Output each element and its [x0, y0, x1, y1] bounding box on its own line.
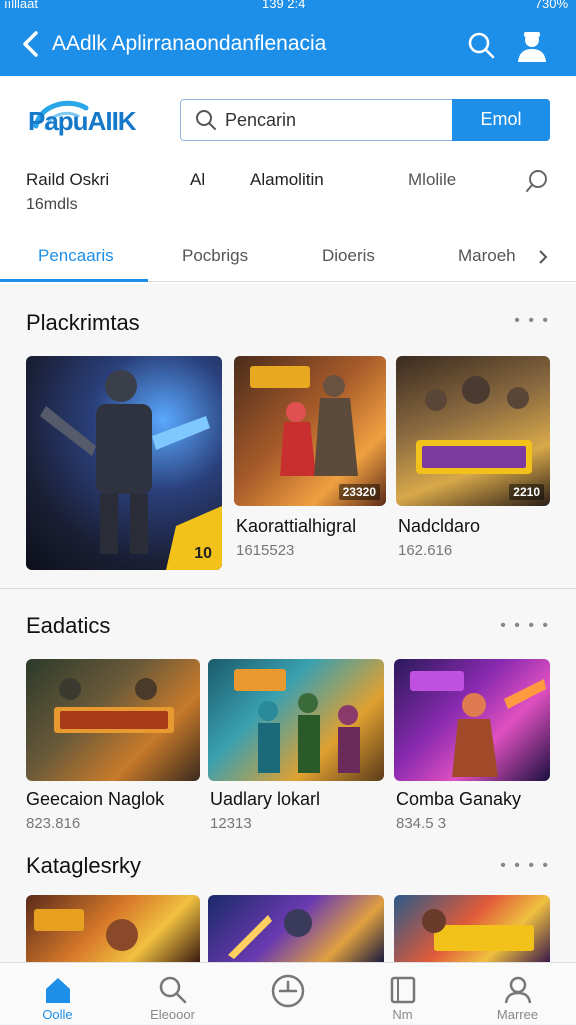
search-bar: Emol — [180, 98, 550, 141]
card-title[interactable]: Kaorattialhigral — [236, 516, 356, 537]
nav-profile[interactable]: Marree — [460, 963, 575, 1025]
status-time: 139 2:4 — [262, 0, 306, 11]
nav-label: Marree — [496, 1007, 539, 1022]
nav-library[interactable]: Nm — [345, 963, 460, 1025]
section-title: Plackrimtas — [26, 310, 140, 335]
arena-art-icon — [422, 909, 534, 951]
search-small-icon[interactable] — [524, 168, 550, 194]
nav-home[interactable]: Oolle — [0, 963, 115, 1025]
filter-item-1[interactable]: Raild Oskri — [26, 170, 109, 190]
card-title[interactable]: Nadcldaro — [398, 516, 480, 537]
tab-1[interactable]: Pencaaris — [38, 246, 114, 266]
card-title[interactable]: Comba Ganaky — [396, 789, 521, 810]
tab-4[interactable]: Maroeh — [458, 246, 516, 266]
mage-art-icon — [228, 909, 312, 959]
game-card-image[interactable]: 10 — [26, 356, 222, 570]
war-art-icon — [54, 678, 174, 733]
heroes-art-icon — [234, 669, 360, 773]
more-options-icon[interactable]: • • • — [514, 312, 550, 330]
nav-label: Oolle — [42, 1007, 73, 1022]
section-title: Kataglesrky — [26, 853, 141, 878]
card-badge: 10 — [190, 544, 216, 564]
card-meta: 834.5 3 — [396, 815, 447, 832]
tab-bar: Pencaaris Pocbrigs Dioeris Maroeh — [0, 236, 576, 282]
section-featured: Plackrimtas • • • 10 23320 Kaorattialhig… — [0, 284, 576, 588]
search-icon[interactable] — [466, 30, 496, 60]
card-meta: 12313 — [210, 815, 252, 832]
tab-2[interactable]: Pocbrigs — [182, 246, 248, 266]
game-card-image[interactable] — [394, 659, 550, 781]
brand-logo[interactable]: PapuAIIK — [28, 106, 137, 137]
magnifier-icon — [196, 110, 216, 130]
card-badge: 23320 — [338, 484, 380, 500]
section-title: Eadatics — [26, 613, 111, 638]
app-title: AAdlk Aplirranaondanflenacia — [52, 32, 327, 55]
search-input[interactable] — [225, 108, 445, 132]
warrior-art-icon — [34, 909, 138, 951]
battery-text: 730% — [534, 0, 568, 11]
more-options-icon[interactable]: • • • • — [500, 617, 550, 635]
filter-item-2[interactable]: Al — [190, 170, 205, 190]
book-icon — [390, 976, 416, 1004]
filter-item-4[interactable]: Mlolile — [408, 170, 456, 190]
tab-3[interactable]: Dioeris — [322, 246, 375, 266]
card-meta: 1615523 — [236, 542, 295, 559]
card-meta: 162.616 — [398, 542, 453, 559]
game-card-image[interactable] — [26, 659, 200, 781]
bottom-navigation: Oolle Eleooor Nm Marree — [0, 962, 576, 1024]
section-categories: Kataglesrky • • • • — [0, 839, 576, 962]
chevron-right-icon[interactable] — [536, 248, 550, 266]
game-card-image[interactable] — [208, 895, 384, 962]
game-card-image[interactable] — [26, 895, 200, 962]
game-card-image[interactable]: 23320 — [234, 356, 386, 506]
filter-subtext: 16mdls — [26, 196, 78, 213]
search-button[interactable]: Emol — [452, 98, 550, 141]
game-card-image[interactable]: 2210 — [396, 356, 550, 506]
card-meta: 823.816 — [26, 815, 81, 832]
profile-icon — [504, 976, 532, 1004]
nav-search[interactable]: Eleooor — [115, 963, 230, 1025]
back-arrow-icon[interactable] — [18, 30, 46, 58]
more-options-icon[interactable]: • • • • — [500, 857, 550, 875]
filter-item-3[interactable]: Alamolitin — [250, 170, 324, 190]
nav-label: Nm — [392, 1007, 413, 1022]
account-icon[interactable] — [514, 28, 550, 64]
soldier-art-icon — [40, 370, 222, 570]
game-card-image[interactable] — [208, 659, 384, 781]
nav-history[interactable] — [230, 963, 345, 1025]
status-bar: ıılllaat 139 2:4 730% — [0, 0, 576, 14]
card-title[interactable]: Uadlary lokarl — [210, 789, 320, 810]
card-title[interactable]: Geecaion Naglok — [26, 789, 164, 810]
tab-active-indicator — [0, 279, 148, 282]
home-icon — [46, 978, 70, 1003]
nav-label: Eleooor — [150, 1007, 195, 1022]
card-badge: 2210 — [509, 484, 544, 500]
search-icon — [159, 976, 187, 1004]
app-header: ıılllaat 139 2:4 730% AAdlk Aplirranaond… — [0, 0, 576, 76]
game-card-image[interactable] — [394, 895, 550, 962]
clock-icon — [271, 974, 305, 1008]
section-popular: Eadatics • • • • Geecaion Naglok 823.816… — [0, 589, 576, 839]
signal-text: ıılllaat — [4, 0, 38, 11]
combat-art-icon — [410, 671, 546, 777]
